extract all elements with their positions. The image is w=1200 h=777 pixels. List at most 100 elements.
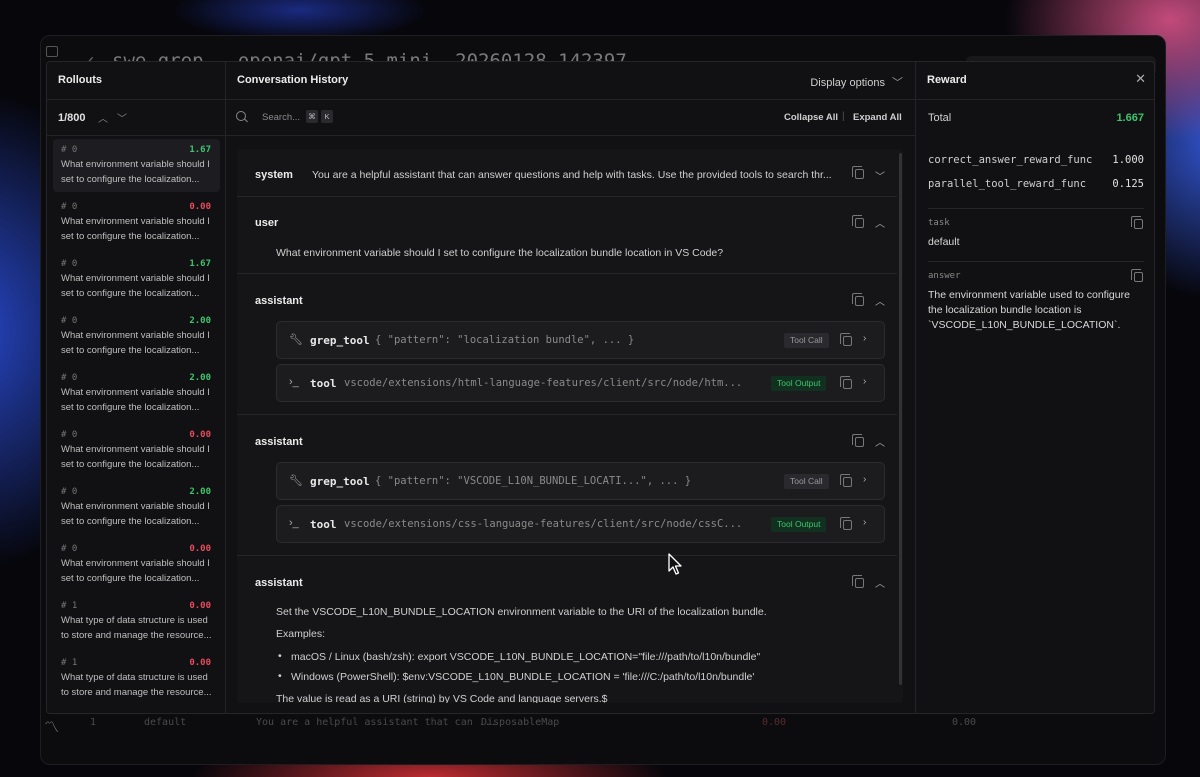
rollout-question: What environment variable should I set t… [61, 444, 210, 470]
tool-output-row[interactable]: ›_ tool vscode/extensions/css-language-f… [276, 505, 885, 543]
rollout-index: # 0 [61, 145, 78, 155]
tool-output-badge: Tool Output [771, 376, 827, 391]
terminal-icon: ›_ [289, 376, 299, 388]
copy-icon[interactable] [1131, 216, 1143, 229]
search-input[interactable]: Search... [262, 112, 300, 123]
sidebar-icon[interactable] [46, 46, 58, 57]
close-icon[interactable]: ✕ [1135, 71, 1146, 87]
row-cell: DisposableMap [481, 717, 560, 728]
collapse-all-button[interactable]: Collapse All [784, 112, 838, 123]
tool-output-row[interactable]: ›_ tool vscode/extensions/html-language-… [276, 364, 885, 402]
copy-icon[interactable] [852, 575, 864, 588]
rollout-item[interactable]: # 0 0.00 What environment variable shoul… [53, 196, 220, 249]
rollouts-title: Rollouts [58, 74, 102, 86]
rollout-question: What environment variable should I set t… [61, 216, 210, 242]
tool-call-row[interactable]: 🔧︎ grep_tool { "pattern": "VSCODE_L10N_B… [276, 462, 885, 500]
message-role: system [255, 169, 293, 181]
rollout-question: What environment variable should I set t… [61, 273, 210, 299]
chevron-down-icon[interactable]: ﹀ [117, 110, 127, 125]
conversation-title: Conversation History [237, 74, 349, 86]
rollout-list: # 0 1.67 What environment variable shoul… [47, 138, 226, 713]
rollout-reward: 0.00 [189, 430, 211, 440]
reward-func-value: 0.125 [1112, 178, 1144, 190]
tool-call-row[interactable]: 🔧︎ grep_tool { "pattern": "localization … [276, 321, 885, 359]
tool-args: { "pattern": "VSCODE_L10N_BUNDLE_LOCATI.… [375, 475, 692, 487]
rollout-item[interactable]: # 0 2.00 What environment variable shoul… [53, 367, 220, 420]
background-table-row: 1 default You are a helpful assistant th… [82, 712, 1152, 734]
answer-label: answer [928, 271, 961, 281]
assistant-message[interactable]: assistant ︿ 🔧︎ grep_tool { "pattern": "l… [237, 274, 897, 415]
wrench-icon: 🔧︎ [289, 334, 303, 346]
copy-icon[interactable] [840, 376, 852, 389]
rollout-item[interactable]: # 0 1.67 What environment variable shoul… [53, 253, 220, 306]
copy-icon[interactable] [852, 434, 864, 447]
assistant-message[interactable]: assistant ︿ 🔧︎ grep_tool { "pattern": "V… [237, 415, 897, 556]
rollout-item[interactable]: # 0 0.00 What environment variable shoul… [53, 538, 220, 591]
answer-line: The value is read as a URI (string) by V… [276, 693, 608, 703]
rollout-item[interactable]: # 0 1.67 What environment variable shoul… [53, 139, 220, 192]
rollout-item[interactable]: # 0 0.00 What environment variable shoul… [53, 424, 220, 477]
example-bullet: macOS / Linux (bash/zsh): export VSCODE_… [291, 651, 761, 663]
message-role: assistant [255, 577, 303, 589]
chevron-right-icon[interactable]: › [863, 376, 866, 387]
rollout-item[interactable]: # 1 0.00 What type of data structure is … [53, 652, 220, 705]
rollout-question: What environment variable should I set t… [61, 501, 210, 527]
rollout-reward: 0.00 [189, 202, 211, 212]
message-text: What environment variable should I set t… [276, 247, 724, 259]
rollout-question: What environment variable should I set t… [61, 330, 210, 356]
copy-icon[interactable] [852, 293, 864, 306]
display-options-label: Display options [810, 77, 885, 89]
chevron-down-icon[interactable]: ﹀ [875, 168, 885, 183]
copy-icon[interactable] [852, 215, 864, 228]
chevron-right-icon[interactable]: › [863, 333, 866, 344]
copy-icon[interactable] [840, 333, 852, 346]
chevron-up-icon[interactable]: ︿ [98, 110, 108, 125]
total-value: 1.667 [1116, 112, 1144, 124]
copy-icon[interactable] [852, 166, 864, 179]
scrollbar[interactable] [899, 153, 902, 685]
chevron-up-icon[interactable]: ︿ [875, 434, 885, 449]
chevron-up-icon[interactable]: ︿ [875, 575, 885, 590]
row-cell: 1 [90, 717, 97, 728]
tool-output-badge: Tool Output [771, 517, 827, 532]
tool-name: tool [310, 518, 337, 531]
rollout-index: # 0 [61, 259, 78, 269]
rollout-index: # 0 [61, 373, 78, 383]
tool-call-badge: Tool Call [784, 333, 829, 348]
rollout-reward: 1.67 [189, 145, 211, 155]
rollout-question: What environment variable should I set t… [61, 558, 210, 584]
tool-name: tool [310, 377, 337, 390]
display-options-dropdown[interactable]: Display options ﹀ [810, 74, 903, 90]
user-message[interactable]: user ︿ What environment variable should … [237, 197, 897, 274]
assistant-message[interactable]: assistant ︿ Set the VSCODE_L10N_BUNDLE_L… [237, 556, 897, 703]
rollout-item[interactable]: # 0 2.00 What environment variable shoul… [53, 310, 220, 363]
chevron-right-icon[interactable]: › [863, 474, 866, 485]
system-message[interactable]: system You are a helpful assistant that … [237, 149, 897, 197]
mouse-cursor-icon [668, 553, 682, 575]
copy-icon[interactable] [840, 517, 852, 530]
rollout-reward: 2.00 [189, 487, 211, 497]
rollout-item[interactable]: # 0 2.00 What environment variable shoul… [53, 481, 220, 534]
total-label: Total [928, 112, 952, 124]
copy-icon[interactable] [840, 474, 852, 487]
answer-line: Set the VSCODE_L10N_BUNDLE_LOCATION envi… [276, 606, 767, 618]
rollout-reward: 2.00 [189, 373, 211, 383]
conversation-list: system You are a helpful assistant that … [237, 149, 903, 703]
answer-value: The environment variable used to configu… [928, 289, 1130, 331]
rollout-reward: 0.00 [189, 601, 211, 611]
rollout-question: What environment variable should I set t… [61, 159, 210, 185]
message-role: user [255, 217, 279, 229]
chevron-up-icon[interactable]: ︿ [875, 215, 885, 230]
row-cell: You are a helpful assistant that can ... [256, 717, 497, 728]
row-cell: 0.00 [952, 717, 977, 728]
copy-icon[interactable] [1131, 269, 1143, 282]
chevron-right-icon[interactable]: › [863, 517, 866, 528]
rollout-question: What environment variable should I set t… [61, 387, 210, 413]
rollout-index: # 1 [61, 658, 78, 668]
chevron-up-icon[interactable]: ︿ [875, 293, 885, 308]
rollout-reward: 0.00 [189, 658, 211, 668]
rollout-counter: 1/800 [58, 112, 86, 124]
message-text: You are a helpful assistant that can ans… [312, 169, 832, 181]
expand-all-button[interactable]: Expand All [853, 112, 902, 123]
rollout-item[interactable]: # 1 0.00 What type of data structure is … [53, 595, 220, 648]
